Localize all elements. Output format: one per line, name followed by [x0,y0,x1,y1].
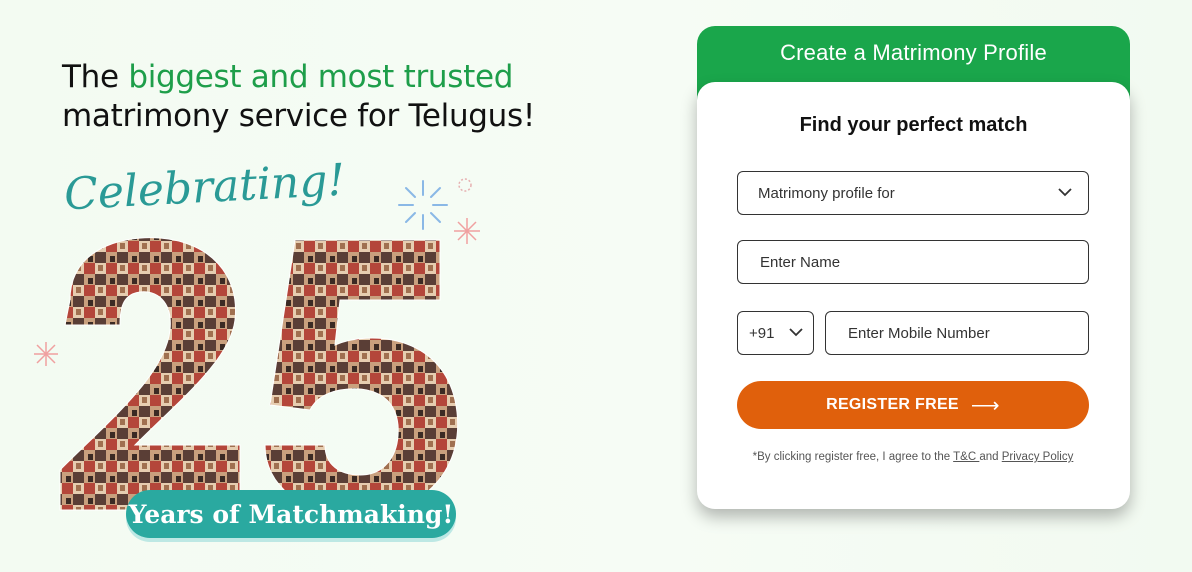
headline-prefix: The [62,59,129,95]
terms-prefix: *By clicking register free, I agree to t… [752,451,954,463]
name-input[interactable] [758,252,1088,272]
25-photo-collage-image [59,237,459,516]
country-code-select[interactable]: +91 [737,311,814,355]
terms-and: and [979,451,1002,463]
terms-text: *By clicking register free, I agree to t… [737,450,1089,465]
mobile-number-input[interactable] [846,323,1088,343]
headline-line2: matrimony service for Telugus! [62,98,535,134]
hero-headline: The biggest and most trusted matrimony s… [62,58,535,136]
arrow-right-icon: ⟶ [970,394,1000,417]
firework-blue-icon [398,180,448,230]
country-code-value: +91 [749,324,775,342]
register-free-label: REGISTER FREE [826,396,959,413]
register-free-button[interactable]: REGISTER FREE ⟶ [737,381,1089,429]
chevron-down-icon [789,328,803,337]
mobile-number-field[interactable] [825,311,1089,355]
name-field[interactable] [737,240,1089,284]
years-of-matchmaking-badge: Years of Matchmaking! [126,490,456,538]
form-header-title: Create a Matrimony Profile [780,40,1047,65]
profile-for-select[interactable]: Matrimony profile for [737,171,1089,215]
registration-form-card: Find your perfect match Matrimony profil… [697,82,1130,509]
firework-small-icon [458,178,472,192]
privacy-policy-link[interactable]: Privacy Policy [1002,451,1074,463]
profile-for-select-label: Matrimony profile for [758,184,895,202]
headline-accent: biggest and most trusted [128,59,514,95]
celebrating-script-text: Celebrating! [62,154,347,221]
chevron-down-icon [1058,188,1072,197]
tc-link[interactable]: T&C [953,451,979,463]
form-subtitle: Find your perfect match [799,114,1028,136]
